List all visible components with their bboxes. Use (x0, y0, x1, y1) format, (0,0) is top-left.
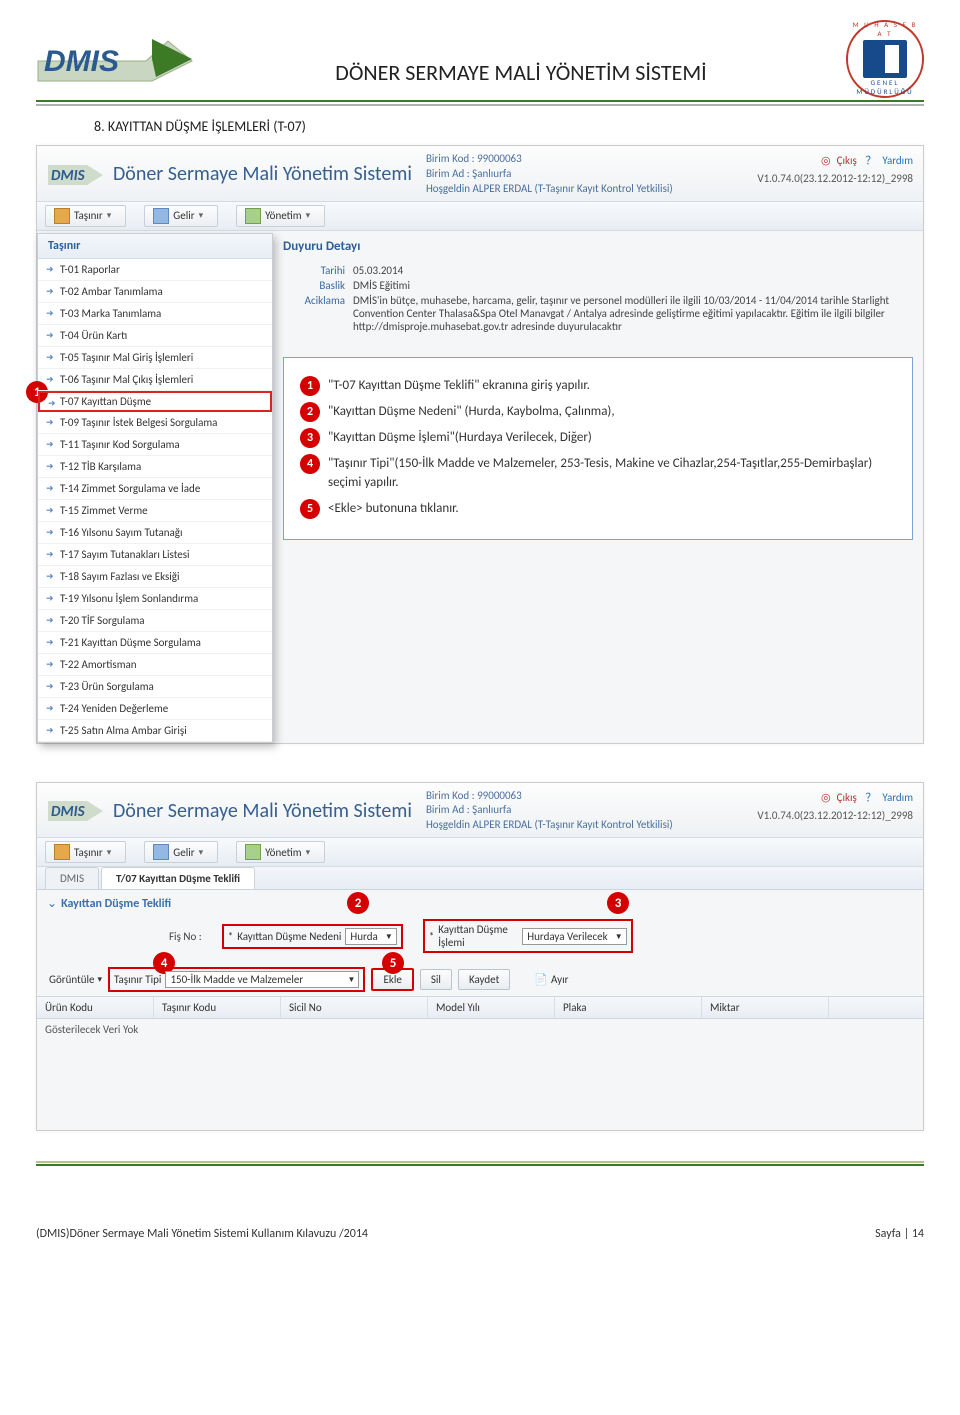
dropdown-item[interactable]: T-20 TİF Sorgulama (38, 610, 272, 632)
toolbar-tasinir[interactable]: Taşınır▾ (45, 205, 126, 227)
dropdown-item[interactable]: T-22 Amortisman (38, 654, 272, 676)
app-title: Döner Sermaye Mali Yönetim Sistemi (113, 162, 412, 186)
dropdown-item[interactable]: T-02 Ambar Tanımlama (38, 281, 272, 303)
exit-link[interactable]: ◎Çıkış (821, 154, 857, 167)
dropdown-item[interactable]: T-14 Zimmet Sorgulama ve İade (38, 478, 272, 500)
marker-5: 5 (382, 952, 404, 974)
dropdown-item[interactable]: T-07 Kayıttan Düşme (38, 391, 272, 412)
sil-button[interactable]: Sil (420, 969, 452, 990)
tasinir-dropdown: Taşınır T-01 RaporlarT-02 Ambar Tanımlam… (37, 233, 273, 743)
neden-select[interactable]: Hurda (345, 928, 396, 945)
app-logo-small: DMIS (47, 159, 107, 190)
grid-header: Ürün Kodu Taşınır Kodu Sicil No Model Yı… (37, 996, 923, 1019)
dropdown-item[interactable]: T-09 Taşınır İstek Belgesi Sorgulama (38, 412, 272, 434)
svg-text:DMIS: DMIS (51, 167, 86, 185)
collapse-icon[interactable]: ⌄ (47, 896, 57, 911)
dropdown-item[interactable]: T-03 Marka Tanımlama (38, 303, 272, 325)
dropdown-item[interactable]: T-12 TİB Karşılama (38, 456, 272, 478)
version-text: V1.0.74.0(23.12.2012-12:12)_2998 (757, 172, 913, 185)
dropdown-item[interactable]: T-24 Yeniden Değerleme (38, 698, 272, 720)
tab-active[interactable]: T/07 Kayıttan Düşme Teklifi (101, 867, 255, 889)
dropdown-item[interactable]: T-16 Yılsonu Sayım Tutanağı (38, 522, 272, 544)
section-heading: 8. KAYITTAN DÜŞME İŞLEMLERİ (T-07) (94, 118, 924, 135)
goruntule-button[interactable]: Görüntüle ▾ (49, 973, 102, 986)
islem-select[interactable]: Hurdaya Verilecek (522, 928, 626, 945)
islem-group: * Kayıttan Düşme İşlemi Hurdaya Verilece… (423, 919, 633, 953)
dropdown-item[interactable]: T-05 Taşınır Mal Giriş İşlemleri (38, 347, 272, 369)
dropdown-item[interactable]: T-01 Raporlar (38, 259, 272, 281)
marker-2: 2 (347, 892, 369, 914)
duyuru-baslik: DMİS Eğitimi (353, 279, 913, 292)
fisno-label: Fiş No : (169, 930, 202, 943)
kaydet-button[interactable]: Kaydet (458, 969, 510, 990)
tasinir-tipi-label: Taşınır Tipi (114, 973, 161, 986)
duyuru-heading: Duyuru Detayı (283, 239, 913, 254)
duyuru-tarih: 05.03.2014 (353, 264, 913, 277)
toolbar-yonetim[interactable]: Yönetim▾ (236, 205, 325, 227)
dropdown-item[interactable]: T-18 Sayım Fazlası ve Eksiği (38, 566, 272, 588)
dropdown-item[interactable]: T-04 Ürün Kartı (38, 325, 272, 347)
dropdown-title: Taşınır (38, 234, 272, 259)
toolbar-tasinir-2[interactable]: Taşınır▾ (45, 841, 126, 863)
app-logo-small-2: DMIS (47, 795, 107, 826)
grid-empty: Gösterilecek Veri Yok (37, 1019, 923, 1040)
toolbar-gelir-2[interactable]: Gelir▾ (144, 841, 218, 863)
guide-box: 1"T-07 Kayıttan Düşme Teklifi" ekranına … (283, 357, 913, 540)
duyuru-aciklama: DMİS'in bütçe, muhasebe, harcama, gelir,… (353, 294, 913, 333)
tasinir-tipi-select[interactable]: 150-İlk Madde ve Malzemeler (165, 971, 359, 988)
help-link-2[interactable]: ？Yardım (865, 791, 913, 804)
footer-left: (DMIS)Döner Sermaye Mali Yönetim Sistemi… (36, 1227, 368, 1241)
dropdown-item[interactable]: T-25 Satın Alma Ambar Girişi (38, 720, 272, 742)
page-title: DÖNER SERMAYE MALİ YÖNETİM SİSTEMİ (196, 33, 846, 86)
toolbar-gelir[interactable]: Gelir▾ (144, 205, 218, 227)
footer-right: Sayfa | 14 (875, 1227, 924, 1241)
neden-group: * Kayıttan Düşme Nedeni Hurda (222, 924, 403, 949)
version-text-2: V1.0.74.0(23.12.2012-12:12)_2998 (757, 809, 913, 822)
marker-3: 3 (607, 892, 629, 914)
help-link[interactable]: ？Yardım (865, 154, 913, 167)
svg-text:DMIS: DMIS (44, 45, 119, 78)
dropdown-item[interactable]: T-23 Ürün Sorgulama (38, 676, 272, 698)
dropdown-item[interactable]: T-15 Zimmet Verme (38, 500, 272, 522)
ayir-button[interactable]: 📄 Ayır (534, 973, 568, 986)
dropdown-item[interactable]: T-11 Taşınır Kod Sorgulama (38, 434, 272, 456)
dropdown-item[interactable]: T-21 Kayıttan Düşme Sorgulama (38, 632, 272, 654)
muhasebat-logo: M U H A S E B A T GENEL MÜDÜRLÜĞÜ (846, 20, 924, 98)
exit-link-2[interactable]: ◎Çıkış (821, 791, 857, 804)
tab-root[interactable]: DMIS (45, 867, 99, 889)
toolbar-yonetim-2[interactable]: Yönetim▾ (236, 841, 325, 863)
app-info-2: Birim Kod : 99000063 Birim Ad : Şanlıurf… (426, 789, 673, 834)
dropdown-item[interactable]: T-17 Sayım Tutanakları Listesi (38, 544, 272, 566)
svg-text:DMIS: DMIS (51, 803, 86, 821)
dmis-logo: DMIS (36, 31, 196, 87)
dropdown-item[interactable]: T-19 Yılsonu İşlem Sonlandırma (38, 588, 272, 610)
app-info: Birim Kod : 99000063 Birim Ad : Şanlıurf… (426, 152, 673, 197)
app-title-2: Döner Sermaye Mali Yönetim Sistemi (113, 799, 412, 823)
dropdown-item[interactable]: T-06 Taşınır Mal Çıkış İşlemleri (38, 369, 272, 391)
panel-title: Kayıttan Düşme Teklifi (61, 897, 171, 911)
